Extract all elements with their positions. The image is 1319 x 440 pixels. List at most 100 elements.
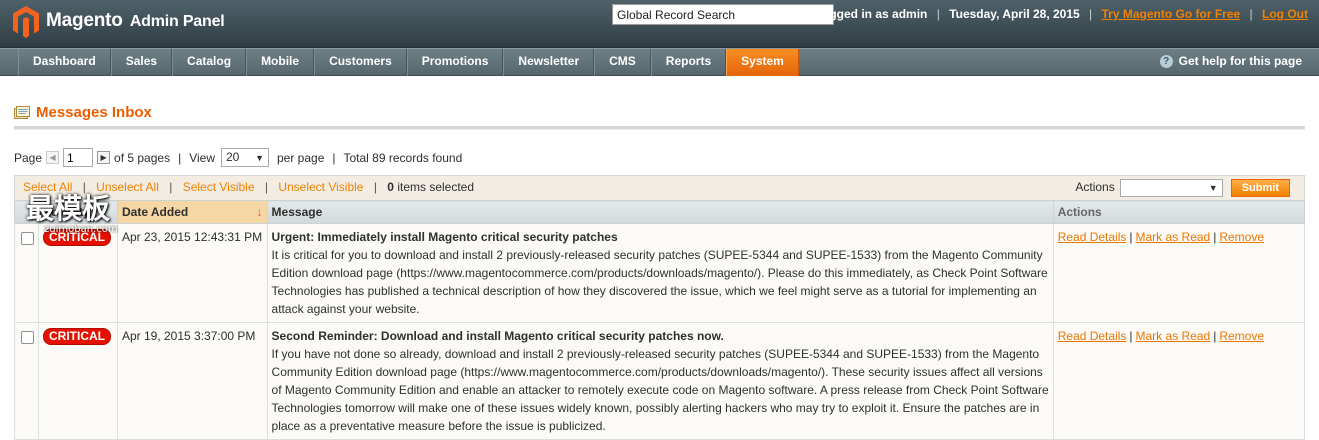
actions-area: Actions ▼ Submit bbox=[1075, 178, 1290, 197]
nav-cms[interactable]: CMS bbox=[594, 49, 651, 76]
nav-system[interactable]: System bbox=[726, 49, 799, 76]
message-title: Second Reminder: Download and install Ma… bbox=[271, 329, 724, 343]
select-all-link[interactable]: Select All bbox=[23, 180, 72, 194]
actions-cell: Read Details | Mark as Read | Remove bbox=[1052, 322, 1306, 440]
logged-in-text: Logged in as admin bbox=[814, 7, 928, 21]
divider: | bbox=[1213, 329, 1217, 343]
title-divider bbox=[14, 126, 1305, 130]
header-message[interactable]: Message bbox=[266, 200, 1054, 224]
current-date: Tuesday, April 28, 2015 bbox=[949, 7, 1080, 21]
main-nav: Dashboard Sales Catalog Mobile Customers Prom… bbox=[0, 48, 1319, 76]
date-cell: Apr 23, 2015 12:43:31 PM bbox=[116, 223, 268, 323]
nav-mobile[interactable]: Mobile bbox=[246, 49, 315, 76]
header-date-label: Date Added bbox=[121, 205, 189, 219]
view-label: View bbox=[189, 150, 215, 165]
unselect-all-link[interactable]: Unselect All bbox=[96, 180, 159, 194]
pager: Page ◀ ▶ of 5 pages | View 20 ▼ per page… bbox=[14, 148, 462, 167]
mark-as-read-link[interactable]: Mark as Read bbox=[1136, 230, 1211, 244]
remove-link[interactable]: Remove bbox=[1219, 329, 1264, 343]
header-checkbox-col bbox=[14, 200, 39, 224]
severity-badge: CRITICAL bbox=[43, 229, 111, 246]
next-page-icon[interactable]: ▶ bbox=[97, 151, 111, 164]
per-page-value: 20 bbox=[226, 150, 240, 164]
per-page-select[interactable]: 20 ▼ bbox=[221, 148, 269, 167]
grid-body: CRITICAL Apr 23, 2015 12:43:31 PM Urgent: … bbox=[14, 223, 1306, 440]
message-body: If you have not done so already, downloa… bbox=[271, 347, 1049, 433]
nav-catalog[interactable]: Catalog bbox=[172, 49, 247, 76]
total-records: Total 89 records found bbox=[343, 150, 463, 165]
app-name-sub: Admin Panel bbox=[129, 13, 225, 30]
divider: | bbox=[264, 180, 268, 194]
divider: | bbox=[169, 180, 173, 194]
header: Magento Admin Panel Logged in as admin |… bbox=[0, 0, 1319, 48]
row-checkbox[interactable] bbox=[21, 331, 34, 344]
header-actions: Actions bbox=[1052, 200, 1306, 224]
table-row: CRITICAL Apr 19, 2015 3:37:00 PM Second Re… bbox=[14, 322, 1306, 440]
severity-badge: CRITICAL bbox=[43, 328, 111, 345]
row-checkbox-cell bbox=[14, 322, 39, 440]
header-date-added[interactable]: Date Added ↓ bbox=[116, 200, 268, 224]
divider: | bbox=[1129, 230, 1133, 244]
message-title: Urgent: Immediately install Magento crit… bbox=[271, 230, 618, 244]
help-link[interactable]: ? Get help for this page bbox=[1159, 54, 1302, 68]
grid-header-row: Severity Date Added ↓ Message Actions bbox=[14, 200, 1306, 224]
divider: | bbox=[1249, 7, 1253, 21]
unselect-visible-link[interactable]: Unselect Visible bbox=[278, 180, 363, 194]
row-checkbox[interactable] bbox=[21, 232, 34, 245]
items-selected-label: items selected bbox=[397, 180, 475, 194]
magento-logo-icon[interactable] bbox=[12, 5, 40, 39]
message-body: It is critical for you to download and i… bbox=[271, 248, 1048, 316]
nav-dashboard[interactable]: Dashboard bbox=[18, 49, 111, 76]
inbox-icon bbox=[14, 106, 30, 119]
divider: | bbox=[1129, 329, 1133, 343]
submit-button[interactable]: Submit bbox=[1230, 178, 1290, 197]
read-details-link[interactable]: Read Details bbox=[1058, 230, 1127, 244]
date-cell: Apr 19, 2015 3:37:00 PM bbox=[116, 322, 268, 440]
divider: | bbox=[1213, 230, 1217, 244]
logout-link[interactable]: Log Out bbox=[1262, 7, 1308, 21]
select-visible-link[interactable]: Select Visible bbox=[183, 180, 255, 194]
selected-count: 0 bbox=[387, 180, 394, 194]
message-cell: Second Reminder: Download and install Ma… bbox=[266, 322, 1054, 440]
nav-newsletter[interactable]: Newsletter bbox=[503, 49, 595, 76]
app-name: Magento bbox=[46, 10, 123, 31]
remove-link[interactable]: Remove bbox=[1219, 230, 1264, 244]
sort-desc-icon: ↓ bbox=[256, 205, 263, 219]
severity-cell: CRITICAL bbox=[38, 322, 118, 440]
divider: | bbox=[373, 180, 377, 194]
nav-customers[interactable]: Customers bbox=[314, 49, 407, 76]
chevron-down-icon: ▼ bbox=[1208, 182, 1218, 193]
per-page-label: per page bbox=[277, 150, 325, 165]
actions-label: Actions bbox=[1075, 180, 1115, 194]
header-user-bar: Logged in as admin | Tuesday, April 28, … bbox=[815, 7, 1308, 21]
divider: | bbox=[82, 180, 86, 194]
row-checkbox-cell bbox=[14, 223, 39, 323]
actions-select[interactable]: ▼ bbox=[1119, 178, 1223, 197]
mark-as-read-link[interactable]: Mark as Read bbox=[1136, 329, 1211, 343]
prev-page-icon[interactable]: ◀ bbox=[46, 151, 60, 164]
global-search-input[interactable] bbox=[612, 4, 834, 25]
divider: | bbox=[936, 7, 940, 21]
message-cell: Urgent: Immediately install Magento crit… bbox=[266, 223, 1054, 323]
page-number-input[interactable] bbox=[63, 148, 94, 167]
page-title: Messages Inbox bbox=[14, 104, 152, 121]
divider: | bbox=[332, 150, 336, 165]
of-pages-text: of 5 pages bbox=[114, 150, 171, 165]
page-heading: Messages Inbox bbox=[36, 104, 152, 121]
nav-reports[interactable]: Reports bbox=[650, 49, 727, 76]
header-severity[interactable]: Severity bbox=[38, 200, 118, 224]
severity-cell: CRITICAL bbox=[38, 223, 118, 323]
table-row: CRITICAL Apr 23, 2015 12:43:31 PM Urgent: … bbox=[14, 223, 1306, 323]
help-label: Get help for this page bbox=[1178, 54, 1302, 68]
nav-sales[interactable]: Sales bbox=[110, 49, 173, 76]
divider: | bbox=[1089, 7, 1093, 21]
read-details-link[interactable]: Read Details bbox=[1058, 329, 1127, 343]
help-icon: ? bbox=[1159, 54, 1173, 68]
chevron-down-icon: ▼ bbox=[255, 153, 264, 163]
try-magento-go-link[interactable]: Try Magento Go for Free bbox=[1102, 7, 1241, 21]
page-label: Page bbox=[14, 150, 43, 165]
nav-promotions[interactable]: Promotions bbox=[406, 49, 504, 76]
massaction-bar: Select All | Unselect All | Select Visib… bbox=[14, 175, 1305, 200]
app-title[interactable]: Magento Admin Panel bbox=[46, 10, 225, 32]
nav-items: Dashboard Sales Catalog Mobile Customers Prom… bbox=[18, 49, 799, 76]
